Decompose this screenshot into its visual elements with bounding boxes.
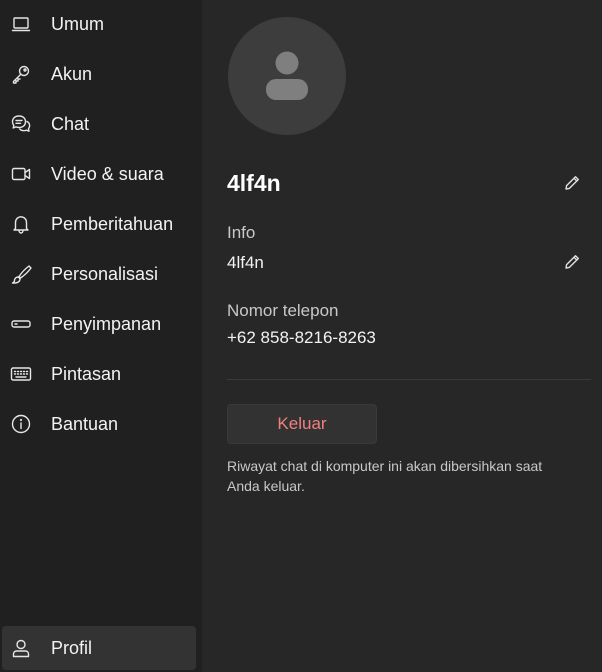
- sidebar-item-chat[interactable]: Chat: [2, 102, 196, 146]
- brush-icon: [10, 263, 32, 285]
- sidebar-item-label: Pintasan: [51, 363, 122, 384]
- info-value: 4lf4n: [227, 253, 264, 272]
- laptop-icon: [10, 13, 32, 35]
- chat-icon: [10, 113, 32, 135]
- sidebar-item-profil[interactable]: Profil: [2, 626, 196, 670]
- sidebar-item-label: Bantuan: [51, 413, 119, 434]
- settings-sidebar: Umum Akun Chat Video & suara Pemberitahu…: [0, 0, 202, 672]
- storage-icon: [10, 313, 32, 335]
- logout-button-label: Keluar: [277, 414, 327, 433]
- avatar[interactable]: [228, 17, 346, 135]
- logout-note: Riwayat chat di komputer ini akan dibers…: [227, 458, 543, 494]
- person-placeholder-icon: [266, 51, 308, 100]
- info-label: Info: [227, 223, 256, 242]
- sidebar-item-label: Profil: [51, 637, 93, 658]
- sidebar-item-label: Penyimpanan: [51, 313, 162, 334]
- phone-value: +62 858-8216-8263: [227, 328, 376, 347]
- divider: [227, 379, 591, 380]
- logout-button[interactable]: Keluar: [227, 404, 377, 444]
- sidebar-item-label: Umum: [51, 13, 104, 34]
- sidebar-item-label: Chat: [51, 113, 90, 134]
- sidebar-item-pemberitahuan[interactable]: Pemberitahuan: [2, 202, 196, 246]
- video-icon: [10, 163, 32, 185]
- pencil-icon: [565, 255, 579, 269]
- sidebar-item-akun[interactable]: Akun: [2, 52, 196, 96]
- sidebar-item-label: Personalisasi: [51, 263, 159, 284]
- sidebar-item-pintasan[interactable]: Pintasan: [2, 352, 196, 396]
- sidebar-item-label: Pemberitahuan: [51, 213, 174, 234]
- profile-panel: 4lf4n Info 4lf4n Nomor telepon +62 858-8…: [202, 0, 602, 672]
- sidebar-item-penyimpanan[interactable]: Penyimpanan: [2, 302, 196, 346]
- profile-name: 4lf4n: [227, 170, 281, 196]
- pencil-icon: [565, 176, 579, 190]
- phone-label: Nomor telepon: [227, 301, 339, 320]
- sidebar-item-video-suara[interactable]: Video & suara: [2, 152, 196, 196]
- sidebar-item-label: Akun: [51, 63, 93, 84]
- key-icon: [10, 63, 32, 85]
- sidebar-item-umum[interactable]: Umum: [2, 2, 196, 46]
- keyboard-icon: [10, 363, 32, 385]
- edit-name-button[interactable]: [560, 171, 584, 195]
- person-icon: [10, 637, 32, 659]
- sidebar-item-label: Video & suara: [51, 163, 164, 184]
- sidebar-item-personalisasi[interactable]: Personalisasi: [2, 252, 196, 296]
- edit-info-button[interactable]: [560, 250, 584, 274]
- bell-icon: [10, 213, 32, 235]
- info-icon: [10, 413, 32, 435]
- sidebar-item-bantuan[interactable]: Bantuan: [2, 402, 196, 446]
- settings-window: Umum Akun Chat Video & suara Pemberitahu…: [0, 0, 602, 672]
